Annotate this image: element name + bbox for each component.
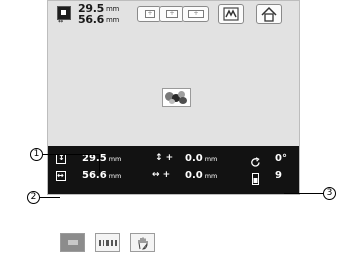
- info-vertical-offset-unit: mm: [204, 155, 218, 163]
- frame-small-button[interactable]: +: [137, 6, 161, 22]
- info-width-readout: 56.6 mm: [82, 170, 121, 181]
- info-angle-value: 0°: [275, 153, 287, 164]
- info-width-value: 56.6: [82, 170, 107, 181]
- top-bar: ↔ 29.5 mm 56.6 mm + + +: [48, 1, 299, 28]
- info-horizontal-offset-readout: 0.0 mm: [185, 170, 217, 181]
- callout-2-leader-line: [40, 197, 60, 198]
- pattern-flower: [169, 99, 175, 104]
- pattern-flower: [179, 97, 187, 104]
- info-horizontal-offset-value: 0.0: [185, 170, 203, 181]
- size-mark-icon: ↔: [58, 18, 63, 25]
- callout-3-leader-line: [284, 193, 323, 194]
- thread-color-icon: [68, 240, 78, 245]
- callout-3: 3: [323, 187, 336, 200]
- thread-spool-icon: [252, 170, 259, 185]
- callout-1: 1: [30, 148, 43, 161]
- info-vertical-offset-readout: 0.0 mm: [185, 153, 217, 164]
- info-height-unit: mm: [108, 155, 122, 163]
- large-frame-icon: +: [188, 10, 204, 18]
- vertical-offset-icon: ↕ +: [155, 153, 174, 163]
- top-height-unit: mm: [105, 5, 119, 13]
- rotate-icon: [250, 153, 261, 167]
- lcd-screen: ↔ 29.5 mm 56.6 mm + + + ↕ 29.5 mm ↕ + 0.…: [47, 0, 300, 195]
- top-width-unit: mm: [105, 16, 119, 24]
- callout-1-leader-line: [99, 154, 100, 175]
- vertical-size-icon: ↕: [56, 153, 66, 164]
- stitch-bar-button[interactable]: [95, 233, 120, 252]
- frame-medium-button[interactable]: +: [159, 6, 184, 22]
- edit-icon: [223, 7, 239, 21]
- thread-color-button[interactable]: [60, 233, 85, 252]
- horizontal-offset-icon: ↔ +: [152, 170, 171, 180]
- top-width-readout: 56.6 mm: [78, 13, 119, 26]
- frame-large-button[interactable]: +: [182, 6, 209, 22]
- callout-1-leader-line: [43, 154, 100, 155]
- home-icon: [261, 6, 277, 22]
- medium-frame-icon: +: [166, 10, 178, 18]
- info-color-changes-value: 9: [275, 170, 282, 181]
- embroidery-pattern-preview[interactable]: [162, 88, 191, 107]
- hand-button[interactable]: [130, 233, 155, 252]
- hand-icon: [138, 237, 148, 250]
- home-button[interactable]: [256, 4, 282, 24]
- horizontal-size-icon: ↔: [56, 171, 66, 181]
- edit-button[interactable]: [218, 4, 244, 24]
- small-frame-icon: +: [145, 10, 155, 18]
- info-width-unit: mm: [108, 172, 122, 180]
- top-width-value: 56.6: [78, 13, 104, 26]
- info-vertical-offset-value: 0.0: [185, 153, 203, 164]
- stitch-bar-icon: [99, 240, 117, 246]
- info-horizontal-offset-unit: mm: [204, 172, 218, 180]
- callout-2: 2: [27, 191, 40, 204]
